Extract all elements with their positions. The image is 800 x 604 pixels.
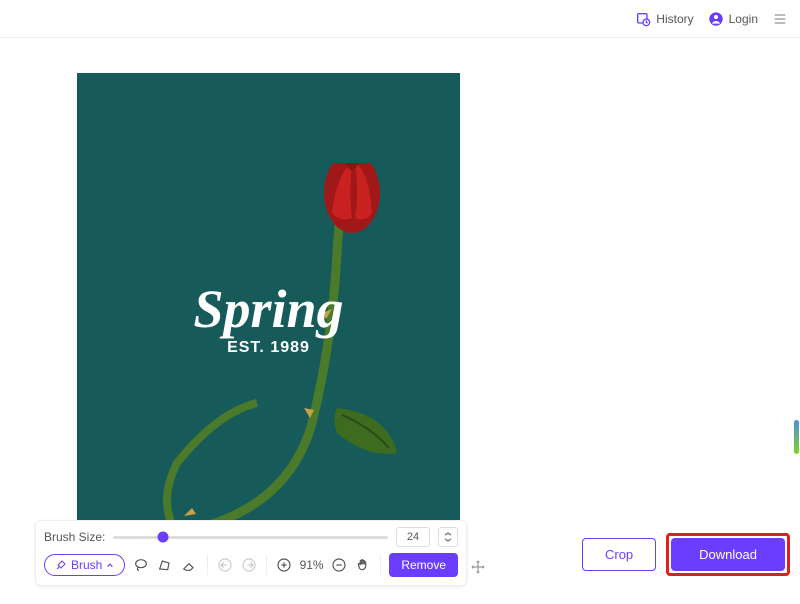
scrollbar[interactable] <box>794 420 799 454</box>
divider <box>266 555 267 575</box>
brush-size-stepper[interactable] <box>438 527 458 547</box>
user-icon <box>708 11 724 27</box>
undo-button[interactable] <box>215 554 233 576</box>
zoom-out-button[interactable] <box>330 554 348 576</box>
download-highlight: Download <box>666 533 790 576</box>
crop-button[interactable]: Crop <box>582 538 656 571</box>
history-icon <box>635 11 651 27</box>
divider <box>207 555 208 575</box>
hamburger-icon <box>772 11 788 27</box>
menu-button[interactable] <box>772 11 788 27</box>
brush-size-slider[interactable] <box>113 536 388 539</box>
brush-tool-button[interactable]: Brush <box>44 554 125 576</box>
pan-tool[interactable] <box>354 554 372 576</box>
brush-size-value[interactable]: 24 <box>396 527 430 547</box>
login-link[interactable]: Login <box>708 11 758 27</box>
brush-icon <box>55 559 67 571</box>
canvas-subtitle: EST. 1989 <box>227 339 310 357</box>
brush-size-label: Brush Size: <box>44 530 105 544</box>
toolbar: Brush Size: 24 Brush 91% Remove <box>35 520 467 586</box>
slider-thumb[interactable] <box>157 532 168 543</box>
tools-row: Brush 91% Remove <box>44 553 458 577</box>
brush-label: Brush <box>71 558 102 572</box>
download-button[interactable]: Download <box>671 538 785 571</box>
canvas-title: Spring <box>193 278 343 340</box>
canvas[interactable]: Spring EST. 1989 <box>77 73 460 536</box>
lasso-tool[interactable] <box>131 554 149 576</box>
zoom-in-button[interactable] <box>275 554 293 576</box>
divider <box>380 555 381 575</box>
login-label: Login <box>729 12 758 26</box>
eraser-tool[interactable] <box>180 554 198 576</box>
move-handle-icon[interactable] <box>470 559 486 575</box>
history-link[interactable]: History <box>635 11 693 27</box>
chevron-up-icon <box>106 561 114 569</box>
remove-button[interactable]: Remove <box>389 553 458 577</box>
topbar: History Login <box>0 0 800 38</box>
brush-size-row: Brush Size: 24 <box>44 527 458 553</box>
zoom-level: 91% <box>300 558 324 572</box>
redo-button[interactable] <box>240 554 258 576</box>
bottom-actions: Crop Download <box>582 533 790 576</box>
polygon-tool[interactable] <box>156 554 174 576</box>
history-label: History <box>656 12 693 26</box>
